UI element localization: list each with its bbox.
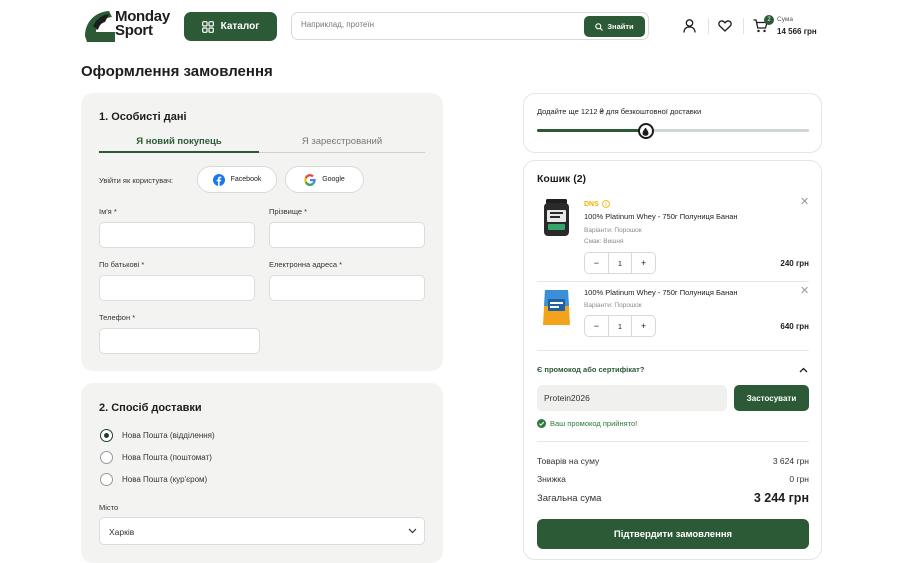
confirm-order-button[interactable]: Підтвердити замовлення xyxy=(537,519,809,549)
last-name-field[interactable] xyxy=(269,222,425,248)
qty-decrease-button[interactable]: − xyxy=(585,316,608,336)
promo-ok-text: Ваш промокод прийнято! xyxy=(550,419,638,428)
email-field[interactable] xyxy=(269,275,425,301)
search-icon xyxy=(595,22,604,31)
tab-registered[interactable]: Я зареєстрований xyxy=(259,136,425,147)
qty-increase-button[interactable]: + xyxy=(632,253,655,273)
site-logo[interactable]: Monday Sport xyxy=(81,8,170,46)
phone-field[interactable] xyxy=(99,328,260,354)
product-variant: Варіанти: Порошок xyxy=(584,302,642,309)
discount-label: Знижка xyxy=(537,474,566,484)
cart-title: Кошик (2) xyxy=(537,173,587,185)
delivery-option-radio[interactable] xyxy=(100,429,113,442)
catalog-label: Каталог xyxy=(220,21,260,32)
check-circle-icon xyxy=(537,419,546,428)
logo-text: Monday Sport xyxy=(115,8,170,39)
delivery-option-radio[interactable] xyxy=(100,473,113,486)
remove-item-icon[interactable]: ✕ xyxy=(800,195,809,208)
shipping-progress-fill xyxy=(537,129,646,132)
heart-icon xyxy=(718,20,732,32)
free-shipping-text: Додайте ще 1212 ₴ для безкоштовної доста… xyxy=(537,107,702,116)
delivery-title: 2. Спосіб доставки xyxy=(99,402,202,414)
account-button[interactable] xyxy=(681,18,697,34)
facebook-login-button[interactable]: Facebook xyxy=(197,166,277,193)
login-as-label: Увійти як користувач: xyxy=(99,176,174,185)
product-name[interactable]: 100% Platinum Whey - 750г Полуниця Банан xyxy=(584,288,738,297)
delivery-option-label[interactable]: Нова Пошта (кур'єром) xyxy=(122,475,207,484)
user-icon xyxy=(682,19,696,33)
quantity-stepper: − 1 + xyxy=(584,315,656,337)
search-bar: Знайти xyxy=(291,12,649,40)
divider xyxy=(537,441,809,442)
cart-sum-label: Сума xyxy=(777,16,793,23)
apply-promo-button[interactable]: Застосувати xyxy=(734,385,809,411)
shipping-progress-knob xyxy=(637,123,654,139)
patronymic-label: По батькові * xyxy=(99,260,145,269)
patronymic-field[interactable] xyxy=(99,275,255,301)
city-select[interactable]: Харків xyxy=(99,517,425,545)
promo-status: Ваш промокод прийнято! xyxy=(537,419,637,428)
wishlist-button[interactable] xyxy=(717,18,733,34)
quantity-stepper: − 1 + xyxy=(584,252,656,274)
qty-decrease-button[interactable]: − xyxy=(585,253,608,273)
promo-input[interactable] xyxy=(544,393,714,403)
chevron-down-icon xyxy=(408,528,417,534)
catalog-button[interactable]: Каталог xyxy=(184,12,277,41)
remove-item-icon[interactable]: ✕ xyxy=(800,284,809,297)
delivery-option-radio[interactable] xyxy=(100,451,113,464)
product-image[interactable] xyxy=(541,288,572,327)
delivery-option-label[interactable]: Нова Пошта (відділення) xyxy=(122,431,215,440)
facebook-label: Facebook xyxy=(230,176,262,183)
chevron-up-icon[interactable] xyxy=(799,367,808,373)
grid-icon xyxy=(201,20,214,33)
email-label: Електронна адреса * xyxy=(269,260,343,269)
first-name-field[interactable] xyxy=(99,222,255,248)
phone-label: Телефон * xyxy=(99,313,136,322)
google-login-button[interactable]: Google xyxy=(285,166,364,193)
product-brand: DNS xyxy=(584,200,610,208)
drop-icon xyxy=(642,127,649,136)
discount-value: 0 грн xyxy=(789,474,809,484)
search-input[interactable] xyxy=(301,20,561,29)
qty-value[interactable]: 1 xyxy=(607,316,633,336)
goods-sum-label: Товарів на суму xyxy=(537,456,600,466)
search-button[interactable]: Знайти xyxy=(584,16,645,37)
tab-new-customer[interactable]: Я новий покупець xyxy=(99,136,259,147)
header-divider xyxy=(743,18,744,34)
tab-active-underline xyxy=(99,151,259,153)
search-button-label: Знайти xyxy=(607,22,634,31)
free-shipping-card xyxy=(523,93,822,153)
city-value: Харків xyxy=(109,527,135,537)
qty-increase-button[interactable]: + xyxy=(632,316,655,336)
cart-sum-value: 14 566 грн xyxy=(777,27,817,36)
google-label: Google xyxy=(322,176,345,183)
promo-toggle[interactable]: Є промокод або сертифікат? xyxy=(537,365,644,374)
product-brand-label: DNS xyxy=(584,200,599,208)
personal-data-title: 1. Особисті дані xyxy=(99,111,187,123)
product-price: 240 грн xyxy=(780,259,809,268)
divider xyxy=(537,350,809,351)
delivery-option-label[interactable]: Нова Пошта (поштомат) xyxy=(122,453,212,462)
city-label: Місто xyxy=(99,503,119,512)
product-name[interactable]: 100% Platinum Whey - 750г Полуниця Банан xyxy=(584,212,738,221)
cart-count-badge: 2 xyxy=(764,15,774,25)
google-icon xyxy=(304,173,316,186)
total-label: Загальна сума xyxy=(537,493,602,504)
product-taste: Смак: Вишня xyxy=(584,238,624,245)
last-name-label: Прізвище * xyxy=(269,207,308,216)
goods-sum-value: 3 624 грн xyxy=(772,456,809,466)
product-image[interactable] xyxy=(541,199,572,238)
facebook-icon xyxy=(212,173,225,186)
promo-field xyxy=(537,385,727,411)
page-title: Оформлення замовлення xyxy=(81,63,273,80)
product-price: 640 грн xyxy=(780,322,809,331)
divider xyxy=(537,281,809,282)
first-name-label: Ім'я * xyxy=(99,207,117,216)
total-value: 3 244 грн xyxy=(753,491,809,505)
qty-value[interactable]: 1 xyxy=(607,253,633,273)
tab-underline xyxy=(259,152,425,153)
info-icon xyxy=(601,200,610,208)
product-variant: Варіанти: Порошок xyxy=(584,227,642,234)
header-divider xyxy=(708,18,709,34)
